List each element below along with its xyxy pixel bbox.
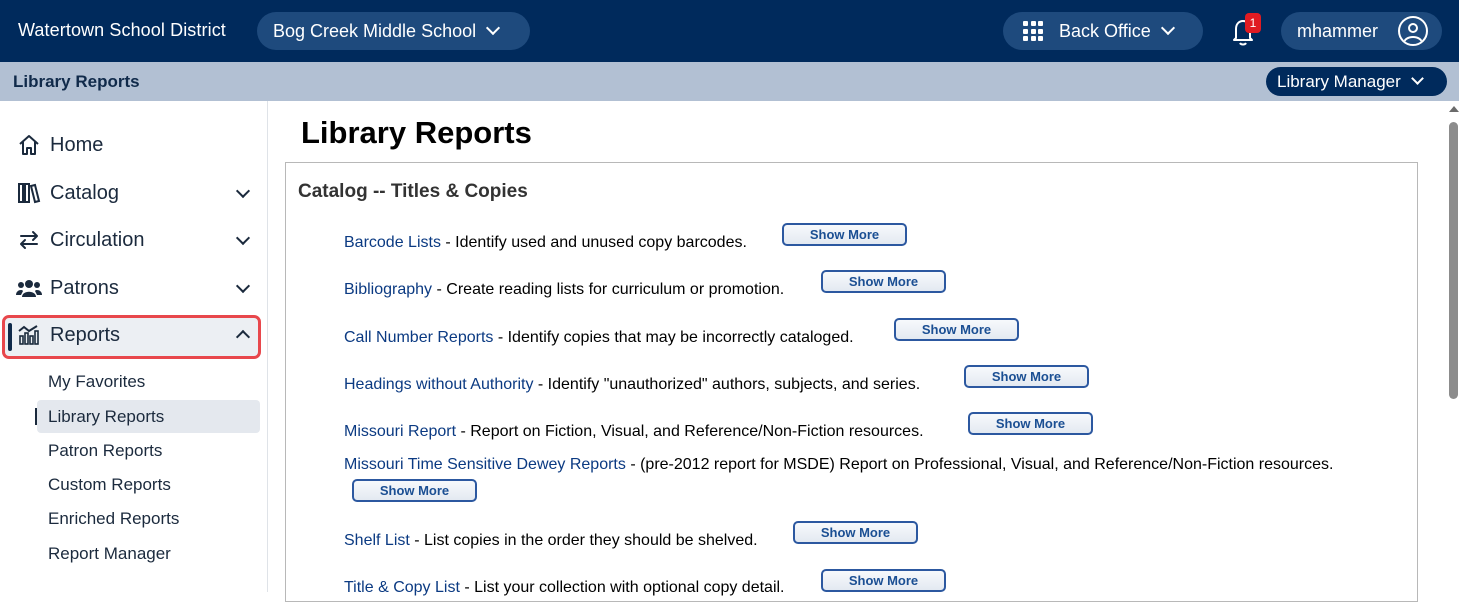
sidebar-item-catalog[interactable]: Catalog [6, 171, 260, 215]
sidebar-subitem-library-reports[interactable]: Library Reports [35, 400, 260, 433]
show-more-button[interactable]: Show More [821, 270, 946, 293]
top-navigation-bar: Watertown School District Bog Creek Midd… [0, 0, 1459, 62]
notification-count-badge: 1 [1245, 13, 1261, 33]
show-more-button[interactable]: Show More [352, 479, 477, 502]
report-link-call-number-reports[interactable]: Call Number Reports [344, 329, 493, 346]
report-description: - List copies in the order they should b… [409, 532, 758, 549]
username: mhammer [1297, 20, 1379, 41]
report-description: - (pre-2012 report for MSDE) Report on P… [625, 456, 1334, 473]
reports-panel: Catalog -- Titles & Copies Barcode Lists… [285, 162, 1418, 602]
school-name: Bog Creek Middle School [273, 20, 477, 41]
sidebar-subitem-patron-reports[interactable]: Patron Reports [37, 434, 260, 467]
report-row: Missouri Time Sensitive Dewey Reports - … [344, 456, 1333, 474]
page-header-title: Library Reports [13, 72, 140, 91]
chevron-down-icon [1410, 72, 1424, 85]
chevron-down-icon [1160, 20, 1175, 36]
back-office-menu[interactable]: Back Office [1003, 12, 1203, 50]
report-link-headings-without-authority[interactable]: Headings without Authority [344, 376, 533, 393]
sidebar-item-label: Patrons [50, 276, 119, 299]
sidebar-item-label: Circulation [50, 228, 145, 251]
show-more-button[interactable]: Show More [821, 569, 946, 592]
sidebar-item-label: Home [50, 133, 104, 156]
chevron-up-icon [235, 329, 251, 345]
report-link-barcode-lists[interactable]: Barcode Lists [344, 234, 441, 251]
report-row: Missouri Report - Report on Fiction, Vis… [344, 423, 924, 441]
sidebar-item-label: Catalog [50, 181, 119, 204]
page-header-bar: Library Reports [0, 62, 1459, 101]
chart-icon [16, 322, 42, 348]
sidebar-subitem-custom-reports[interactable]: Custom Reports [37, 468, 260, 501]
report-link-missouri-time-sensitive-dewey-reports[interactable]: Missouri Time Sensitive Dewey Reports [344, 456, 626, 473]
report-row: Shelf List - List copies in the order th… [344, 532, 758, 550]
report-link-bibliography[interactable]: Bibliography [344, 281, 432, 298]
sidebar-item-home[interactable]: Home [6, 123, 260, 167]
arrows-icon [16, 227, 42, 253]
scroll-up-arrow-icon[interactable] [1449, 106, 1459, 112]
report-row: Call Number Reports - Identify copies th… [344, 329, 854, 347]
report-row: Title & Copy List - List your collection… [344, 579, 785, 597]
sidebar-subitem-enriched-reports[interactable]: Enriched Reports [37, 502, 260, 535]
chevron-down-icon [235, 183, 251, 199]
sidebar-subitem-report-manager[interactable]: Report Manager [37, 537, 260, 570]
sidebar-item-circulation[interactable]: Circulation [6, 218, 260, 262]
report-description: - Report on Fiction, Visual, and Referen… [456, 423, 924, 440]
scrollbar-thumb[interactable] [1449, 122, 1458, 399]
report-row: Headings without Authority - Identify "u… [344, 376, 920, 394]
sidebar-item-label: Reports [50, 323, 121, 346]
report-row: Bibliography - Create reading lists for … [344, 281, 784, 299]
books-icon [16, 180, 42, 206]
back-office-label: Back Office [1059, 20, 1151, 41]
show-more-button[interactable]: Show More [964, 365, 1089, 388]
home-icon [16, 132, 42, 158]
section-title: Catalog -- Titles & Copies [298, 181, 528, 202]
report-description: - List your collection with optional cop… [459, 579, 785, 596]
show-more-button[interactable]: Show More [793, 521, 918, 544]
sidebar: Home Catalog Circulation Patrons Reports… [0, 101, 268, 592]
sidebar-subitem-my-favorites[interactable]: My Favorites [37, 365, 260, 398]
sidebar-item-reports[interactable]: Reports [6, 313, 260, 357]
report-row: Barcode Lists - Identify used and unused… [344, 234, 747, 252]
report-description: - Identify "unauthorized" authors, subje… [533, 376, 921, 393]
role-label: Library Manager [1277, 71, 1401, 91]
role-selector[interactable]: Library Manager [1266, 67, 1447, 96]
chevron-down-icon [235, 278, 251, 294]
school-selector[interactable]: Bog Creek Middle School [257, 12, 530, 50]
app-grid-icon [1023, 21, 1043, 41]
report-link-shelf-list[interactable]: Shelf List [344, 532, 410, 549]
show-more-button[interactable]: Show More [968, 412, 1093, 435]
page-title: Library Reports [301, 115, 532, 150]
report-description: - Create reading lists for curriculum or… [432, 281, 785, 298]
sidebar-item-patrons[interactable]: Patrons [6, 266, 260, 310]
show-more-button[interactable]: Show More [782, 223, 907, 246]
show-more-button[interactable]: Show More [894, 318, 1019, 341]
user-avatar-icon [1398, 16, 1428, 46]
report-link-missouri-report[interactable]: Missouri Report [344, 423, 456, 440]
report-description: - Identify used and unused copy barcodes… [440, 234, 747, 251]
people-icon [16, 275, 42, 301]
report-link-title-copy-list[interactable]: Title & Copy List [344, 579, 460, 596]
chevron-down-icon [235, 230, 251, 246]
user-menu[interactable]: mhammer [1281, 12, 1442, 50]
district-name: Watertown School District [18, 20, 226, 40]
report-description: - Identify copies that may be incorrectl… [493, 329, 854, 346]
chevron-down-icon [486, 20, 501, 36]
